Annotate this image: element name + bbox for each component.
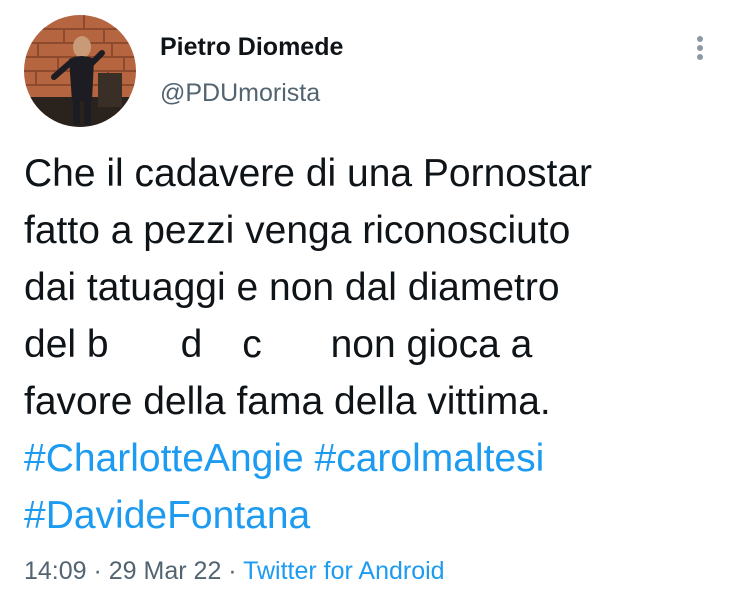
tweet-time[interactable]: 14:09 xyxy=(24,557,87,585)
tweet-line: Che il cadavere di una Pornostar xyxy=(24,152,592,195)
tweet-fragment: d xyxy=(180,323,203,366)
hashtag-link[interactable]: #carolmaltesi xyxy=(315,437,545,480)
tweet-line-redacted: del b dc non gioca a xyxy=(24,316,724,373)
more-vertical-icon[interactable] xyxy=(688,32,712,64)
tweet-source-link[interactable]: Twitter for Android xyxy=(243,557,444,585)
tweet-fragment: del b xyxy=(24,323,109,366)
hashtag-line: #DavideFontana xyxy=(24,487,724,544)
author-display-name[interactable]: Pietro Diomede xyxy=(160,33,343,62)
avatar[interactable] xyxy=(24,15,136,127)
author-handle[interactable]: @PDUmorista xyxy=(160,79,320,108)
tweet-date[interactable]: 29 Mar 22 xyxy=(109,557,222,585)
tweet-fragment: c xyxy=(242,323,262,366)
tweet-meta: 14:09 · 29 Mar 22 · Twitter for Android xyxy=(24,557,445,586)
tweet-fragment: non gioca a xyxy=(319,323,533,366)
redaction-mark xyxy=(261,327,320,357)
hashtag-link[interactable]: #CharlotteAngie xyxy=(24,437,304,480)
tweet-text: Che il cadavere di una Pornostar fatto a… xyxy=(24,145,724,544)
tweet-line: fatto a pezzi venga riconosciuto xyxy=(24,209,571,252)
tweet-line: dai tatuaggi e non dal diametro xyxy=(24,266,560,309)
tweet-line: favore della fama della vittima. xyxy=(24,380,551,423)
meta-separator: · xyxy=(221,557,244,585)
hashtag-link[interactable]: #DavideFontana xyxy=(24,494,310,537)
meta-separator: · xyxy=(86,557,109,585)
redaction-mark xyxy=(108,327,181,357)
hashtag-line: #CharlotteAngie #carolmaltesi xyxy=(24,430,724,487)
redaction-mark xyxy=(202,327,243,357)
